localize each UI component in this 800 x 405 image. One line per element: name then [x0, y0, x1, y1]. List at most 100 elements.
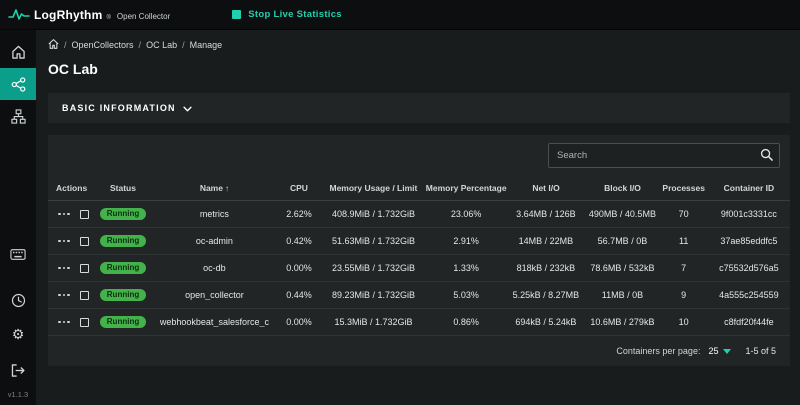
sidebar-item-settings[interactable]: ⚙ [0, 318, 36, 350]
column-header-processes[interactable]: Processes [660, 183, 708, 193]
pagination-bar: Containers per page: 25 1-5 of 5 [48, 336, 790, 366]
more-actions-icon[interactable] [57, 264, 71, 273]
actions-cell [48, 318, 94, 327]
dropdown-caret-icon [723, 349, 731, 354]
sidebar-item-logout[interactable] [0, 354, 36, 386]
more-actions-icon[interactable] [57, 318, 71, 327]
column-header-name[interactable]: Name↑ [152, 183, 277, 193]
stop-container-icon[interactable] [80, 237, 89, 246]
pipeline-icon [11, 109, 26, 124]
block-io-cell: 10.6MB / 279kB [585, 317, 659, 327]
memory-pct-cell: 23.06% [426, 209, 507, 219]
processes-cell: 9 [660, 290, 708, 300]
memory-cell: 23.55MiB / 1.732GiB [321, 263, 426, 273]
sidebar-item-keyboard[interactable] [0, 238, 36, 270]
container-id-cell: 37ae85eddfc5 [708, 236, 790, 246]
column-header-memory-percentage[interactable]: Memory Percentage [426, 183, 507, 193]
status-badge: Running [100, 208, 146, 221]
table-row: Running oc-db 0.00% 23.55MiB / 1.732GiB … [48, 255, 790, 282]
name-cell: oc-db [152, 263, 277, 273]
keyboard-icon [10, 249, 26, 260]
page-title: OC Lab [48, 61, 790, 77]
processes-cell: 70 [660, 209, 708, 219]
more-actions-icon[interactable] [57, 210, 71, 219]
block-io-cell: 56.7MB / 0B [585, 236, 659, 246]
search-input[interactable] [548, 143, 780, 168]
column-header-status[interactable]: Status [94, 183, 152, 193]
sidebar-item-home[interactable] [0, 36, 36, 68]
name-cell: open_collector [152, 290, 277, 300]
sort-ascending-icon: ↑ [225, 184, 229, 193]
stop-container-icon[interactable] [80, 318, 89, 327]
memory-pct-cell: 0.86% [426, 317, 507, 327]
memory-pct-cell: 2.91% [426, 236, 507, 246]
brand: LogRhythm ® Open Collector [8, 8, 170, 22]
name-cell: webhookbeat_salesforce_c [152, 317, 277, 327]
basic-information-label: BASIC INFORMATION [62, 103, 176, 113]
search-icon[interactable] [760, 148, 773, 166]
name-cell: metrics [152, 209, 277, 219]
sidebar-item-history[interactable] [0, 284, 36, 316]
per-page-label: Containers per page: [616, 346, 700, 356]
cpu-cell: 2.62% [277, 209, 321, 219]
table-row: Running metrics 2.62% 408.9MiB / 1.732Gi… [48, 201, 790, 228]
block-io-cell: 11MB / 0B [585, 290, 659, 300]
container-id-cell: c75532d576a5 [708, 263, 790, 273]
column-header-container-id[interactable]: Container ID [708, 183, 790, 193]
stop-live-statistics-label: Stop Live Statistics [248, 9, 342, 20]
more-actions-icon[interactable] [57, 237, 71, 246]
stop-container-icon[interactable] [80, 264, 89, 273]
per-page-select[interactable]: 25 [708, 346, 731, 356]
block-io-cell: 78.6MB / 532kB [585, 263, 659, 273]
stop-live-statistics-button[interactable]: Stop Live Statistics [232, 9, 342, 20]
memory-cell: 51.63MiB / 1.732GiB [321, 236, 426, 246]
net-io-cell: 818kB / 232kB [506, 263, 585, 273]
sidebar: ⚙ v1.1.3 [0, 30, 36, 405]
status-cell: Running [94, 235, 152, 248]
net-io-cell: 3.64MB / 126B [506, 209, 585, 219]
actions-cell [48, 237, 94, 246]
breadcrumb-oc-lab[interactable]: OC Lab [146, 40, 177, 50]
breadcrumb-home-icon[interactable] [48, 39, 59, 51]
more-actions-icon[interactable] [57, 291, 71, 300]
memory-pct-cell: 1.33% [426, 263, 507, 273]
brand-subtitle: Open Collector [117, 12, 170, 21]
sidebar-item-open-collector[interactable] [0, 68, 36, 100]
memory-cell: 408.9MiB / 1.732GiB [321, 209, 426, 219]
memory-cell: 15.3MiB / 1.732GiB [321, 317, 426, 327]
sidebar-item-pipeline[interactable] [0, 100, 36, 132]
breadcrumb: / OpenCollectors / OC Lab / Manage [48, 39, 790, 51]
breadcrumb-opencollectors[interactable]: OpenCollectors [72, 40, 134, 50]
column-header-cpu[interactable]: CPU [277, 183, 321, 193]
column-header-memory-usage[interactable]: Memory Usage / Limit [321, 183, 426, 193]
column-header-block-io[interactable]: Block I/O [585, 183, 659, 193]
actions-cell [48, 210, 94, 219]
basic-information-toggle[interactable]: BASIC INFORMATION [48, 93, 790, 123]
logout-icon [11, 364, 26, 377]
breadcrumb-separator: / [182, 40, 185, 50]
cpu-cell: 0.00% [277, 317, 321, 327]
memory-cell: 89.23MiB / 1.732GiB [321, 290, 426, 300]
memory-pct-cell: 5.03% [426, 290, 507, 300]
brand-registered-mark: ® [106, 15, 110, 21]
actions-cell [48, 291, 94, 300]
net-io-cell: 14MB / 22MB [506, 236, 585, 246]
table-row: Running webhookbeat_salesforce_c 0.00% 1… [48, 309, 790, 336]
search-box [548, 143, 780, 168]
breadcrumb-manage[interactable]: Manage [190, 40, 223, 50]
stop-container-icon[interactable] [80, 291, 89, 300]
table-row: Running open_collector 0.44% 89.23MiB / … [48, 282, 790, 309]
main-content: / OpenCollectors / OC Lab / Manage OC La… [36, 30, 800, 405]
processes-cell: 10 [660, 317, 708, 327]
status-badge: Running [100, 262, 146, 275]
stop-container-icon[interactable] [80, 210, 89, 219]
history-clock-icon [11, 293, 26, 308]
per-page-value: 25 [708, 346, 718, 356]
brand-name: LogRhythm [34, 8, 102, 22]
container-id-cell: c8fdf20f44fe [708, 317, 790, 327]
status-cell: Running [94, 262, 152, 275]
status-cell: Running [94, 289, 152, 302]
column-header-net-io[interactable]: Net I/O [507, 183, 586, 193]
app-version: v1.1.3 [8, 390, 28, 399]
net-io-cell: 5.25kB / 8.27MB [506, 290, 585, 300]
